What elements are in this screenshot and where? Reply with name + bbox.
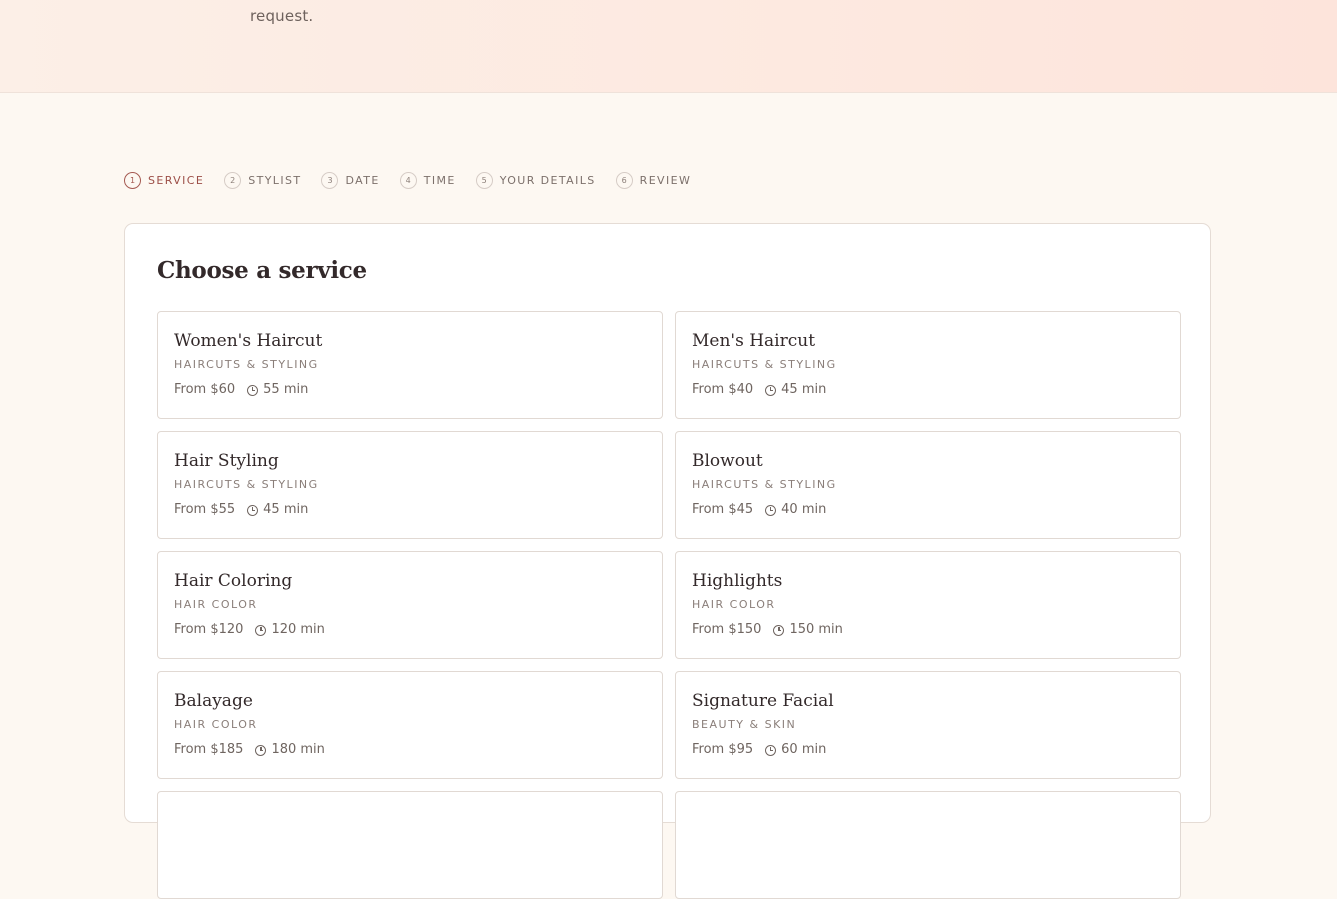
service-category: HAIRCUTS & STYLING: [174, 478, 319, 491]
service-name: Signature Facial: [692, 691, 834, 711]
service-category: HAIRCUTS & STYLING: [174, 358, 319, 371]
service-option-hair-coloring[interactable]: Hair Coloring HAIR COLOR From $120 120 m…: [157, 551, 663, 659]
service-duration: 55 min: [263, 382, 309, 397]
service-price: From $45: [692, 502, 754, 517]
service-option-womens-haircut[interactable]: Women's Haircut HAIRCUTS & STYLING From …: [157, 311, 663, 419]
service-duration: 120 min: [271, 622, 325, 637]
service-category: HAIRCUTS & STYLING: [692, 358, 837, 371]
service-name: Blowout: [692, 451, 763, 471]
clock-icon: [247, 384, 259, 396]
step-review[interactable]: 6 REVIEW: [615, 172, 692, 189]
service-meta: From $40 45 min: [692, 382, 1164, 398]
clock-icon: [255, 744, 267, 756]
service-name: Men's Haircut: [692, 331, 816, 351]
service-name: Highlights: [692, 571, 783, 591]
service-category: BEAUTY & SKIN: [692, 718, 797, 731]
service-price: From $55: [174, 502, 236, 517]
clock-icon: [247, 504, 259, 516]
hero-banner: request.: [0, 0, 1337, 93]
service-meta: From $95 60 min: [692, 742, 1164, 758]
step-label: YOUR DETAILS: [499, 174, 596, 187]
step-time[interactable]: 4 TIME: [399, 172, 456, 189]
service-meta: From $55 45 min: [174, 502, 646, 518]
hero-description: request.: [250, 7, 314, 25]
service-duration: 150 min: [789, 622, 843, 637]
service-price: From $60: [174, 382, 236, 397]
service-meta: From $60 55 min: [174, 382, 646, 398]
clock-icon: [765, 504, 777, 516]
service-option-signature-facial[interactable]: Signature Facial BEAUTY & SKIN From $95 …: [675, 671, 1181, 779]
clock-icon: [765, 384, 777, 396]
service-category: HAIRCUTS & STYLING: [692, 478, 837, 491]
service-option-partial[interactable]: [675, 791, 1181, 899]
step-number: 3: [321, 172, 339, 189]
service-option-blowout[interactable]: Blowout HAIRCUTS & STYLING From $45 40 m…: [675, 431, 1181, 539]
service-category: HAIR COLOR: [174, 718, 258, 731]
service-name: Hair Styling: [174, 451, 279, 471]
clock-icon: [255, 624, 267, 636]
step-service[interactable]: 1 SERVICE: [124, 172, 204, 189]
service-name: Balayage: [174, 691, 253, 711]
service-meta: From $150 150 min: [692, 622, 1164, 638]
service-duration: 45 min: [781, 382, 827, 397]
booking-stepper: 1 SERVICE 2 STYLIST 3 DATE 4 TIME 5 YOUR…: [124, 172, 691, 189]
step-number: 4: [399, 172, 417, 189]
service-option-hair-styling[interactable]: Hair Styling HAIRCUTS & STYLING From $55…: [157, 431, 663, 539]
service-option-partial[interactable]: [157, 791, 663, 899]
service-option-mens-haircut[interactable]: Men's Haircut HAIRCUTS & STYLING From $4…: [675, 311, 1181, 419]
step-label: REVIEW: [639, 174, 692, 187]
service-option-balayage[interactable]: Balayage HAIR COLOR From $185 180 min: [157, 671, 663, 779]
step-label: STYLIST: [248, 174, 302, 187]
step-label: TIME: [423, 174, 456, 187]
step-number: 6: [615, 172, 633, 189]
service-price: From $40: [692, 382, 754, 397]
service-price: From $120: [174, 622, 244, 637]
clock-icon: [773, 624, 785, 636]
service-price: From $185: [174, 742, 244, 757]
service-price: From $95: [692, 742, 754, 757]
step-stylist[interactable]: 2 STYLIST: [224, 172, 301, 189]
service-name: Hair Coloring: [174, 571, 293, 591]
page-title: Choose a service: [157, 257, 367, 284]
service-price: From $150: [692, 622, 762, 637]
service-list: Women's Haircut HAIRCUTS & STYLING From …: [157, 311, 1181, 899]
service-duration: 180 min: [271, 742, 325, 757]
step-number: 2: [224, 172, 242, 189]
service-selection-card: Choose a service Women's Haircut HAIRCUT…: [124, 223, 1211, 899]
step-date[interactable]: 3 DATE: [321, 172, 379, 189]
service-category: HAIR COLOR: [692, 598, 776, 611]
step-number: 5: [475, 172, 493, 189]
service-meta: From $185 180 min: [174, 742, 646, 758]
service-option-highlights[interactable]: Highlights HAIR COLOR From $150 150 min: [675, 551, 1181, 659]
step-label: DATE: [345, 174, 380, 187]
service-category: HAIR COLOR: [174, 598, 258, 611]
service-meta: From $45 40 min: [692, 502, 1164, 518]
step-number: 1: [124, 172, 141, 189]
service-duration: 60 min: [781, 742, 827, 757]
step-label: SERVICE: [148, 174, 205, 187]
service-name: Women's Haircut: [174, 331, 323, 351]
service-duration: 40 min: [781, 502, 827, 517]
clock-icon: [765, 744, 777, 756]
service-duration: 45 min: [263, 502, 309, 517]
service-meta: From $120 120 min: [174, 622, 646, 638]
step-your-details[interactable]: 5 YOUR DETAILS: [475, 172, 596, 189]
